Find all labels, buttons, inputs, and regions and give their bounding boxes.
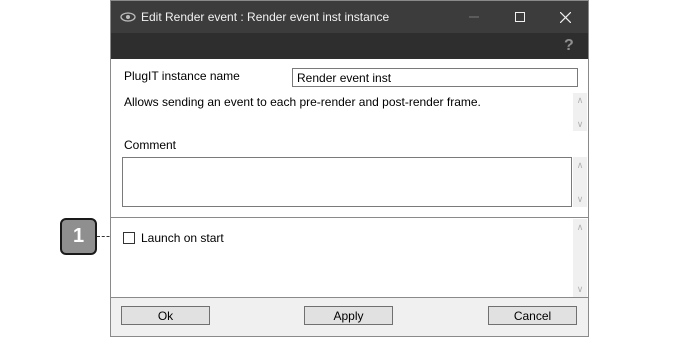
cancel-button[interactable]: Cancel bbox=[488, 306, 577, 325]
launch-on-start-checkbox[interactable] bbox=[123, 232, 135, 244]
maximize-icon bbox=[515, 12, 525, 22]
window-title: Edit Render event : Render event inst in… bbox=[141, 10, 390, 24]
maximize-button[interactable] bbox=[497, 1, 543, 33]
edit-render-event-dialog: Edit Render event : Render event inst in… bbox=[110, 0, 589, 337]
chevron-up-icon[interactable]: ∧ bbox=[575, 95, 585, 105]
help-icon[interactable]: ? bbox=[564, 37, 578, 55]
launch-on-start-label[interactable]: Launch on start bbox=[141, 231, 224, 245]
chevron-up-icon[interactable]: ∧ bbox=[575, 160, 585, 170]
description-scrollbar[interactable]: ∧ ∨ bbox=[573, 93, 587, 131]
chevron-down-icon[interactable]: ∨ bbox=[575, 284, 585, 294]
callout-number: 1 bbox=[72, 225, 85, 247]
chevron-down-icon[interactable]: ∨ bbox=[575, 194, 585, 204]
chevron-up-icon[interactable]: ∧ bbox=[575, 222, 585, 232]
toolbar: ? bbox=[111, 33, 588, 59]
minimize-button[interactable] bbox=[451, 1, 497, 33]
section-divider bbox=[111, 217, 588, 218]
title-bar[interactable]: Edit Render event : Render event inst in… bbox=[111, 1, 588, 33]
close-icon bbox=[559, 11, 571, 23]
dialog-content: PlugIT instance name Allows sending an e… bbox=[111, 59, 588, 336]
button-bar: Ok Apply Cancel bbox=[111, 298, 588, 336]
description-text: Allows sending an event to each pre-rend… bbox=[124, 95, 481, 109]
instance-name-input[interactable] bbox=[292, 68, 578, 87]
ok-button[interactable]: Ok bbox=[121, 306, 210, 325]
eye-icon bbox=[120, 12, 136, 22]
instance-name-label: PlugIT instance name bbox=[124, 69, 240, 83]
options-scrollbar[interactable]: ∧ ∨ bbox=[573, 219, 587, 297]
chevron-down-icon[interactable]: ∨ bbox=[575, 119, 585, 129]
comment-scrollbar[interactable]: ∧ ∨ bbox=[573, 157, 587, 207]
apply-button[interactable]: Apply bbox=[304, 306, 393, 325]
comment-textarea[interactable] bbox=[122, 157, 572, 207]
callout-badge: 1 bbox=[60, 218, 97, 255]
close-button[interactable] bbox=[542, 1, 588, 33]
comment-label: Comment bbox=[124, 138, 177, 152]
minimize-icon bbox=[469, 16, 479, 18]
